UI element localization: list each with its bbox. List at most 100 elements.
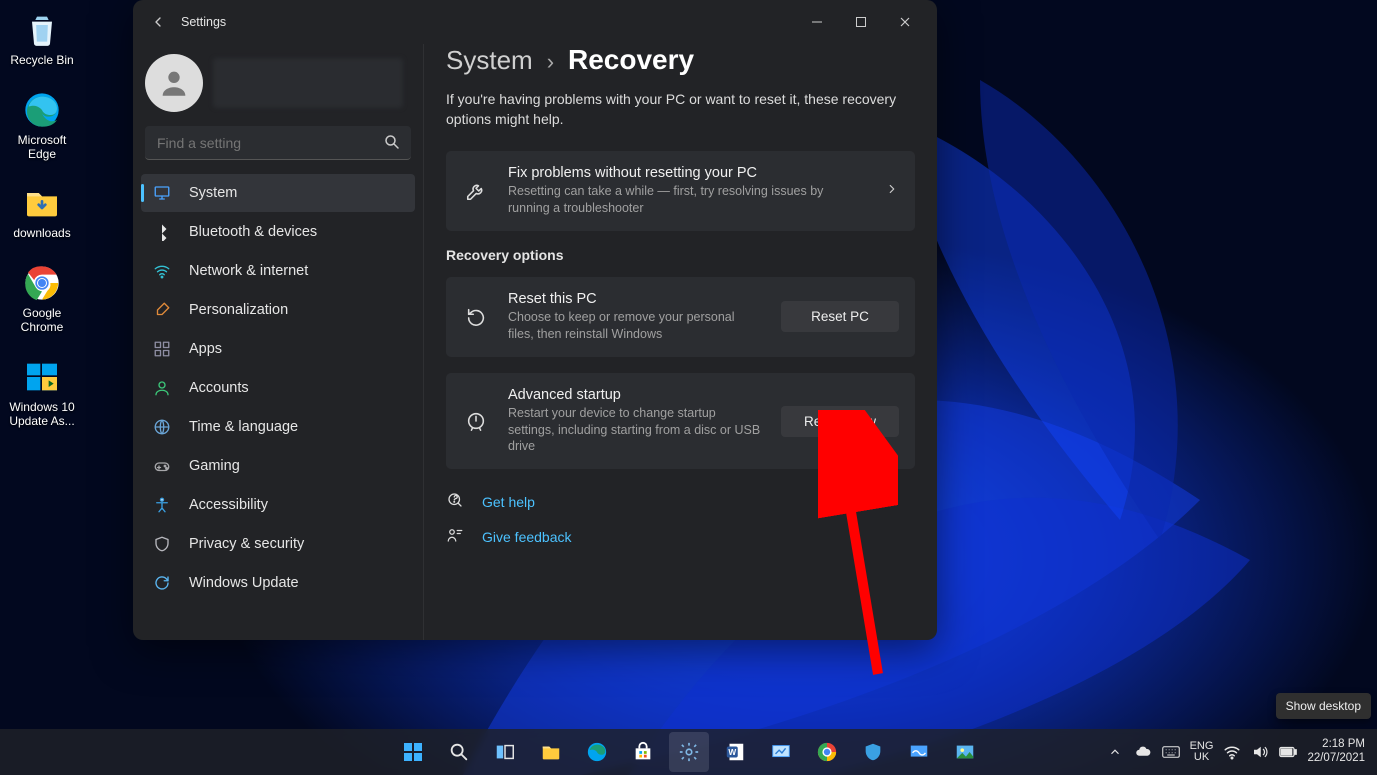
nav-item-time-language[interactable]: Time & language	[141, 408, 415, 446]
start-button[interactable]	[393, 732, 433, 772]
nav-item-personalization[interactable]: Personalization	[141, 291, 415, 329]
nav-item-windows-update[interactable]: Windows Update	[141, 564, 415, 602]
feedback-icon	[446, 526, 466, 547]
nav-item-accessibility[interactable]: Accessibility	[141, 486, 415, 524]
section-heading: Recovery options	[446, 247, 915, 263]
maximize-button[interactable]	[839, 7, 883, 37]
chrome-button[interactable]	[807, 732, 847, 772]
reset-pc-button[interactable]: Reset PC	[781, 301, 899, 332]
wifi-icon	[153, 262, 171, 280]
reset-icon	[462, 306, 490, 328]
nav-item-privacy-security[interactable]: Privacy & security	[141, 525, 415, 563]
photos-button[interactable]	[945, 732, 985, 772]
close-button[interactable]	[883, 7, 927, 37]
keyboard-icon[interactable]	[1162, 743, 1180, 761]
tray-chevron-icon[interactable]	[1106, 743, 1124, 761]
minimize-icon	[811, 16, 823, 28]
store-button[interactable]	[623, 732, 663, 772]
nav-item-apps[interactable]: Apps	[141, 330, 415, 368]
edge-button[interactable]	[577, 732, 617, 772]
battery-icon[interactable]	[1279, 743, 1297, 761]
nav-item-network-internet[interactable]: Network & internet	[141, 252, 415, 290]
nav-item-label: Apps	[189, 341, 222, 357]
nav-item-bluetooth-devices[interactable]: Bluetooth & devices	[141, 213, 415, 251]
nav-item-label: Accessibility	[189, 497, 268, 513]
fix-problems-card[interactable]: Fix problems without resetting your PC R…	[446, 151, 915, 231]
monitor-icon	[153, 184, 171, 202]
search-button[interactable]	[439, 732, 479, 772]
nav-item-accounts[interactable]: Accounts	[141, 369, 415, 407]
desktop-icon-win10-update[interactable]: Windows 10 Update As...	[6, 355, 78, 429]
nav-list: System Bluetooth & devices Network & inter…	[141, 174, 415, 602]
content-area: System › Recovery If you're having probl…	[423, 44, 937, 640]
nav-item-label: Gaming	[189, 458, 240, 474]
settings-button[interactable]	[669, 732, 709, 772]
volume-icon[interactable]	[1251, 743, 1269, 761]
nav-item-label: Time & language	[189, 419, 298, 435]
breadcrumb: System › Recovery	[446, 44, 915, 76]
nav-item-label: Network & internet	[189, 263, 308, 279]
chevron-right-icon: ›	[547, 49, 554, 75]
titlebar: Settings	[133, 0, 937, 44]
system-tray: ENG UK 2:18 PM 22/07/2021	[1106, 729, 1371, 775]
wifi-icon[interactable]	[1223, 743, 1241, 761]
settings-search[interactable]	[145, 126, 411, 160]
give-feedback-link[interactable]: Give feedback	[446, 526, 915, 547]
avatar-icon	[145, 54, 203, 112]
desktop-icon-chrome[interactable]: Google Chrome	[6, 261, 78, 335]
breadcrumb-current: Recovery	[568, 44, 694, 76]
sidebar: System Bluetooth & devices Network & inter…	[133, 44, 423, 640]
bt-icon	[153, 223, 171, 241]
update-icon	[153, 574, 171, 592]
apps-icon	[153, 340, 171, 358]
restart-now-button[interactable]: Restart now	[781, 406, 899, 437]
advanced-startup-card: Advanced startup Restart your device to …	[446, 373, 915, 470]
breadcrumb-parent[interactable]: System	[446, 45, 533, 76]
svg-text:W: W	[728, 748, 736, 757]
arrow-left-icon	[150, 14, 166, 30]
nav-item-label: Privacy & security	[189, 536, 304, 552]
profile-name-redacted	[213, 58, 403, 108]
security-button[interactable]	[853, 732, 893, 772]
profile-block[interactable]	[141, 48, 415, 126]
minimize-button[interactable]	[795, 7, 839, 37]
chevron-right-icon	[885, 182, 899, 201]
back-button[interactable]	[143, 7, 173, 37]
globe-icon	[153, 418, 171, 436]
task-view-button[interactable]	[485, 732, 525, 772]
user-icon	[153, 379, 171, 397]
search-icon	[383, 133, 401, 156]
desktop-icon-grid: Recycle Bin Microsoft Edge downloads Goo…	[6, 8, 78, 428]
nav-item-label: Windows Update	[189, 575, 299, 591]
nav-item-label: Accounts	[189, 380, 249, 396]
nav-item-system[interactable]: System	[141, 174, 415, 212]
nav-item-label: System	[189, 185, 237, 201]
word-button[interactable]: W	[715, 732, 755, 772]
file-explorer-button[interactable]	[531, 732, 571, 772]
nav-item-gaming[interactable]: Gaming	[141, 447, 415, 485]
brush-icon	[153, 301, 171, 319]
language-indicator[interactable]: ENG UK	[1190, 741, 1214, 763]
intro-text: If you're having problems with your PC o…	[446, 90, 915, 129]
show-desktop-tooltip: Show desktop	[1276, 693, 1371, 719]
access-icon	[153, 496, 171, 514]
display-button[interactable]	[899, 732, 939, 772]
desktop-icon-downloads[interactable]: downloads	[6, 181, 78, 241]
shield-icon	[153, 535, 171, 553]
get-help-link[interactable]: Get help	[446, 491, 915, 512]
taskbar: W ENG UK 2:18 PM 22/07/2021	[0, 729, 1377, 775]
gamepad-icon	[153, 457, 171, 475]
search-input[interactable]	[145, 126, 411, 160]
maximize-icon	[855, 16, 867, 28]
whiteboard-button[interactable]	[761, 732, 801, 772]
settings-window: Settings System Bluetooth & devices Networ…	[133, 0, 937, 640]
desktop-icon-edge[interactable]: Microsoft Edge	[6, 88, 78, 162]
nav-item-label: Personalization	[189, 302, 288, 318]
clock[interactable]: 2:18 PM 22/07/2021	[1307, 738, 1365, 766]
close-icon	[899, 16, 911, 28]
desktop-icon-recycle-bin[interactable]: Recycle Bin	[6, 8, 78, 68]
onedrive-icon[interactable]	[1134, 743, 1152, 761]
wrench-icon	[462, 180, 490, 202]
nav-item-label: Bluetooth & devices	[189, 224, 317, 240]
power-options-icon	[462, 410, 490, 432]
